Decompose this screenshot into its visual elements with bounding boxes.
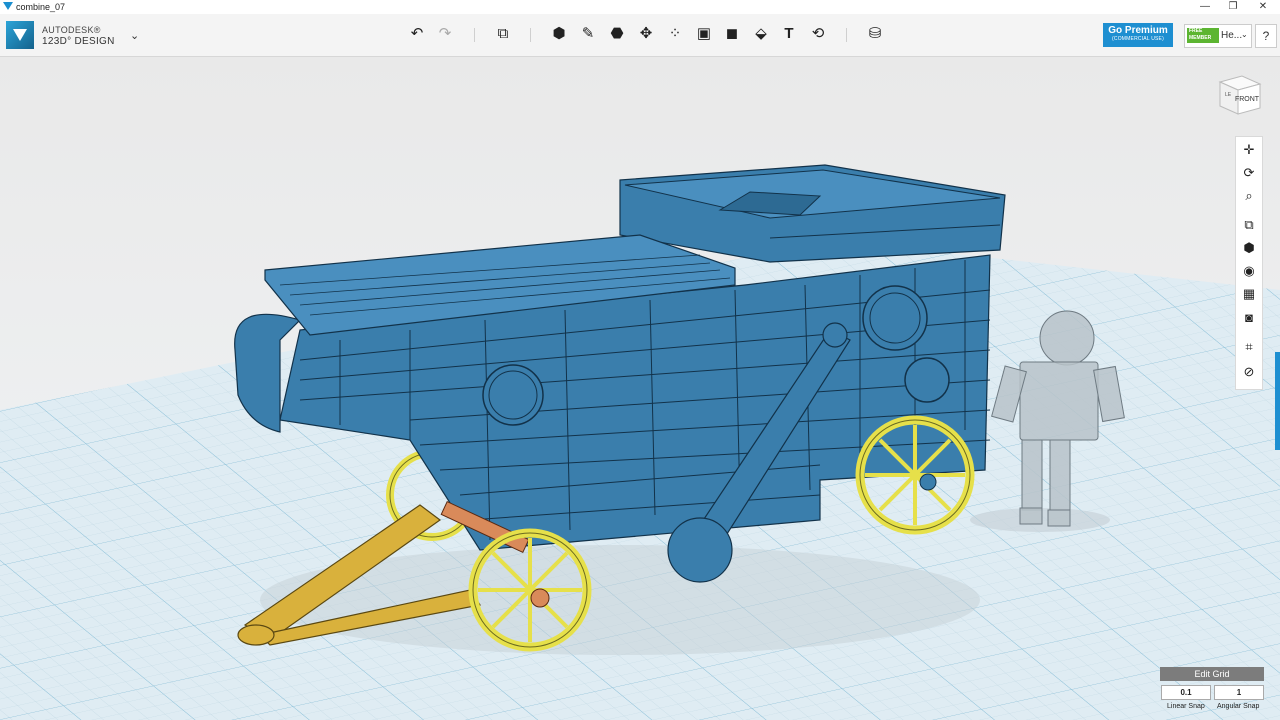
close-button[interactable]: ✕: [1248, 0, 1278, 14]
premium-sublabel: (COMMERCIAL USE): [1112, 36, 1164, 42]
pattern-icon[interactable]: ⁘: [664, 23, 686, 45]
toolbar-divider: [530, 28, 531, 42]
app-logo-icon[interactable]: [6, 21, 34, 49]
free-member-badge: FREE MEMBER: [1187, 28, 1219, 43]
side-pulley: [482, 364, 544, 426]
redo-button[interactable]: ↷: [434, 23, 456, 45]
viewcube[interactable]: FRONT LE: [1214, 68, 1264, 118]
camera-icon[interactable]: ◙: [1236, 307, 1262, 329]
visibility-icon[interactable]: ◉: [1236, 260, 1262, 282]
construct-icon[interactable]: ⬣: [606, 23, 628, 45]
view-icon[interactable]: ⬢: [1236, 237, 1262, 259]
premium-label: Go Premium: [1108, 25, 1168, 36]
brand-product: 123D° DESIGN: [42, 36, 115, 47]
main-toolbar: AUTODESK® 123D° DESIGN ⌄ ↶ ↷ ⧉ ⬢ ✎ ⬣ ✥ ⁘…: [0, 14, 1280, 57]
measure-icon[interactable]: ⬙: [750, 23, 772, 45]
materials-outline-icon[interactable]: ▦: [1236, 283, 1262, 305]
fit-icon[interactable]: ⧉: [1236, 214, 1262, 236]
restore-button[interactable]: ❐: [1218, 0, 1248, 14]
app-small-logo-icon: [3, 2, 13, 10]
account-chevron-icon: ⌄: [1241, 30, 1248, 39]
rear-wheel: [855, 415, 975, 535]
navigation-bar: ✛ ⟳ ⌕ ⧉ ⬢ ◉ ▦ ◙ ⌗ ⊘: [1235, 136, 1263, 390]
brand-company: AUTODESK®: [42, 25, 101, 35]
orbit-icon[interactable]: ⟳: [1236, 162, 1262, 184]
primitives-icon[interactable]: ⬢: [548, 23, 570, 45]
grid-icon[interactable]: ⌗: [1236, 336, 1262, 358]
account-menu[interactable]: FREE MEMBER He... ⌄: [1184, 24, 1252, 48]
linear-snap-label: Linear Snap: [1167, 703, 1205, 710]
badge-line-1: FREE: [1189, 28, 1203, 34]
viewcube-front-label: FRONT: [1235, 96, 1260, 103]
combine-icon[interactable]: ◼: [721, 23, 743, 45]
text-icon[interactable]: T: [778, 23, 800, 45]
help-button[interactable]: ?: [1255, 24, 1277, 48]
snap-icon[interactable]: ⟲: [807, 23, 829, 45]
front-wheel: [468, 528, 592, 652]
viewcube-left-label: LE: [1225, 92, 1232, 98]
zoom-icon[interactable]: ⌕: [1236, 185, 1262, 207]
badge-line-2: MEMBER: [1189, 35, 1212, 41]
window-title: combine_07: [16, 2, 66, 12]
angular-snap-label: Angular Snap: [1217, 703, 1260, 710]
sketch-icon[interactable]: ✎: [577, 23, 599, 45]
toolbar-divider: [474, 28, 475, 42]
pan-icon[interactable]: ✛: [1236, 139, 1262, 161]
linear-snap-input[interactable]: 0.1: [1161, 685, 1211, 700]
edit-grid-button[interactable]: Edit Grid: [1160, 667, 1264, 681]
modify-icon[interactable]: ✥: [635, 23, 657, 45]
side-panel-tab[interactable]: [1275, 352, 1280, 450]
snap-grid-icon[interactable]: ⊘: [1236, 361, 1262, 383]
group-icon[interactable]: ▣: [693, 23, 715, 45]
undo-button[interactable]: ↶: [406, 23, 428, 45]
toolbar-divider: [846, 28, 847, 42]
app-menu-chevron-icon[interactable]: ⌄: [130, 29, 139, 42]
minimize-button[interactable]: —: [1190, 0, 1220, 14]
viewport-canvas[interactable]: [0, 57, 1280, 720]
material-icon[interactable]: ⛁: [864, 23, 886, 45]
go-premium-button[interactable]: Go Premium (COMMERCIAL USE): [1103, 23, 1173, 47]
window-titlebar: combine_07 — ❐ ✕: [0, 0, 1280, 14]
user-name: He...: [1221, 30, 1243, 41]
angular-snap-input[interactable]: 1: [1214, 685, 1264, 700]
transform-icon[interactable]: ⧉: [492, 23, 514, 45]
